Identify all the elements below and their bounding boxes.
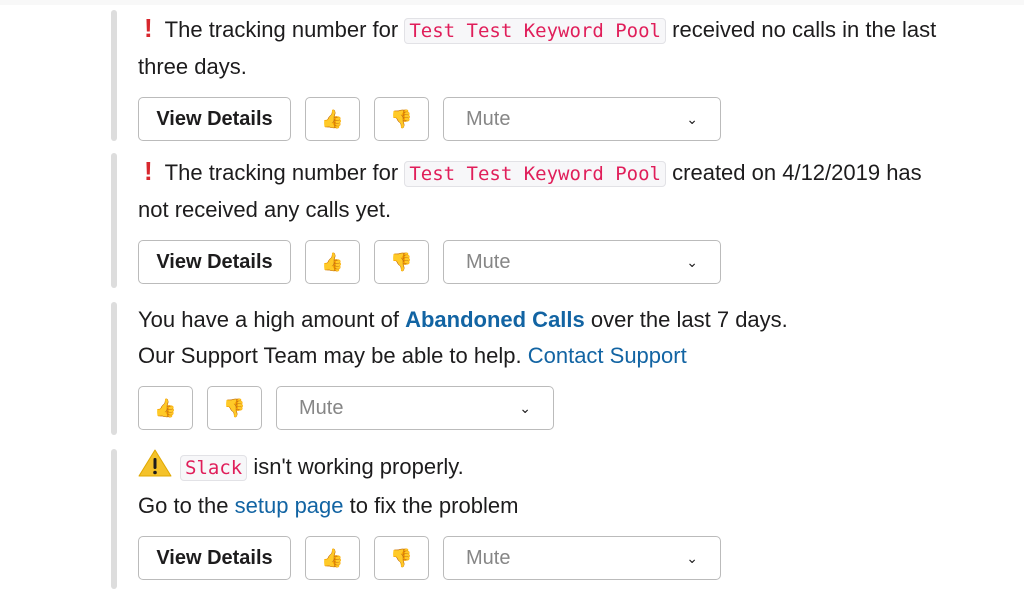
- thumbs-down-icon: 👎: [223, 397, 246, 418]
- mute-select[interactable]: Mute ⌄: [443, 97, 721, 141]
- thumbs-up-icon: 👍: [321, 251, 344, 272]
- chevron-down-icon: ⌄: [686, 253, 698, 270]
- thumbs-up-button[interactable]: 👍: [305, 97, 360, 141]
- exclamation-icon: !: [144, 13, 153, 43]
- thumbs-down-button[interactable]: 👎: [374, 536, 429, 580]
- view-details-button[interactable]: View Details: [138, 240, 291, 284]
- contact-support-link[interactable]: Contact Support: [528, 343, 687, 368]
- message-line: Go to the setup page to fix the problem: [138, 488, 1011, 524]
- thumbs-down-button[interactable]: 👎: [374, 97, 429, 141]
- warning-icon: [138, 449, 172, 488]
- chevron-down-icon: ⌄: [686, 549, 698, 566]
- mute-select[interactable]: Mute ⌄: [443, 240, 721, 284]
- chevron-down-icon: ⌄: [686, 110, 698, 127]
- setup-page-link[interactable]: setup page: [235, 493, 344, 518]
- thumbs-down-icon: 👎: [390, 251, 413, 272]
- message-line: ! The tracking number for Test Test Keywo…: [138, 153, 1011, 192]
- attachment-bar: [111, 153, 117, 288]
- mute-placeholder: Mute: [299, 396, 344, 419]
- text: over the last 7 days.: [590, 307, 788, 332]
- attachment-slack-not-working: Slack isn't working properly. Go to the …: [111, 449, 1011, 589]
- text: The tracking number for: [164, 17, 399, 42]
- message-line: three days.: [138, 54, 247, 79]
- abandoned-calls-link[interactable]: Abandoned Calls: [405, 307, 585, 332]
- text: Our Support Team may be able to help.: [138, 343, 522, 368]
- attachment-bar: [111, 302, 117, 435]
- thumbs-down-button[interactable]: 👎: [374, 240, 429, 284]
- mute-placeholder: Mute: [466, 107, 511, 130]
- thumbs-up-icon: 👍: [321, 547, 344, 568]
- thumbs-down-button[interactable]: 👎: [207, 386, 262, 430]
- thumbs-up-button[interactable]: 👍: [305, 536, 360, 580]
- attachment-bar: [111, 449, 117, 589]
- attachment-bar: [111, 10, 117, 141]
- message-line: not received any calls yet.: [138, 197, 392, 222]
- mute-placeholder: Mute: [466, 546, 511, 569]
- thumbs-down-icon: 👎: [390, 547, 413, 568]
- mute-select[interactable]: Mute ⌄: [443, 536, 721, 580]
- mute-placeholder: Mute: [466, 250, 511, 273]
- message-line: Slack isn't working properly.: [138, 449, 1011, 488]
- attachment-no-calls-three-days: ! The tracking number for Test Test Keywo…: [111, 10, 1011, 141]
- mute-select[interactable]: Mute ⌄: [276, 386, 554, 430]
- code-span: Test Test Keyword Pool: [404, 161, 667, 187]
- thumbs-up-icon: 👍: [154, 397, 177, 418]
- thumbs-down-icon: 👎: [390, 108, 413, 129]
- attachment-no-calls-yet: ! The tracking number for Test Test Keywo…: [111, 153, 1011, 288]
- view-details-button[interactable]: View Details: [138, 536, 291, 580]
- text: You have a high amount of: [138, 307, 399, 332]
- code-span: Slack: [180, 455, 248, 481]
- text: to fix the problem: [349, 493, 519, 518]
- view-details-button[interactable]: View Details: [138, 97, 291, 141]
- message-line: ! The tracking number for Test Test Keywo…: [138, 10, 1011, 49]
- message-line: You have a high amount of Abandoned Call…: [138, 302, 1011, 338]
- exclamation-icon: !: [144, 156, 153, 186]
- top-band: [0, 0, 1024, 5]
- text: Go to the: [138, 493, 229, 518]
- thumbs-up-icon: 👍: [321, 108, 344, 129]
- text: received no calls in the last: [672, 17, 937, 42]
- code-span: Test Test Keyword Pool: [404, 18, 667, 44]
- thumbs-up-button[interactable]: 👍: [305, 240, 360, 284]
- thumbs-up-button[interactable]: 👍: [138, 386, 193, 430]
- text: The tracking number for: [164, 160, 399, 185]
- attachment-abandoned-calls: You have a high amount of Abandoned Call…: [111, 302, 1011, 435]
- chevron-down-icon: ⌄: [519, 399, 531, 416]
- text: created on 4/12/2019 has: [672, 160, 922, 185]
- message-line: Our Support Team may be able to help. Co…: [138, 338, 1011, 374]
- text: isn't working properly.: [253, 454, 464, 479]
